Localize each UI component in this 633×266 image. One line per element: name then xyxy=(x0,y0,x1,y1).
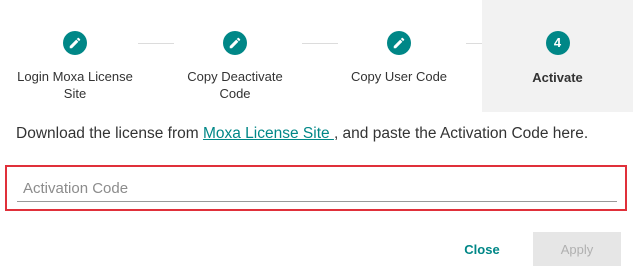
step-1-circle xyxy=(63,31,87,55)
instruction-text: Download the license from Moxa License S… xyxy=(16,125,588,143)
step-4-number: 4 xyxy=(553,35,562,50)
step-4-label: Activate xyxy=(482,69,633,86)
close-button[interactable]: Close xyxy=(452,235,512,263)
step-copy-deactivate-code: Copy Deactivate Code xyxy=(160,0,310,112)
step-3-circle xyxy=(387,31,411,55)
pencil-icon xyxy=(69,37,81,49)
step-1-label-line2: Site xyxy=(63,86,87,101)
step-4-circle: 4 xyxy=(545,31,570,55)
step-3-label: Copy User Code xyxy=(324,68,474,85)
step-1-label: Login Moxa License Site xyxy=(0,68,150,102)
instruction-suffix: , and paste the Activation Code here. xyxy=(333,125,589,142)
pencil-icon xyxy=(393,37,405,49)
step-3-label-line1: Copy User Code xyxy=(350,69,448,84)
step-copy-user-code: Copy User Code xyxy=(324,0,474,112)
instruction-prefix: Download the license from xyxy=(16,125,203,142)
activation-code-highlight xyxy=(5,165,627,211)
step-login-moxa-license-site: Login Moxa License Site xyxy=(0,0,150,112)
pencil-icon xyxy=(229,37,241,49)
step-2-circle xyxy=(223,31,247,55)
step-activate: 4 Activate xyxy=(482,0,633,112)
step-2-label: Copy Deactivate Code xyxy=(160,68,310,102)
activation-code-input[interactable] xyxy=(17,175,617,202)
activation-stepper: Login Moxa License Site Copy Deactivate … xyxy=(0,0,633,112)
moxa-license-site-link[interactable]: Moxa License Site xyxy=(203,125,334,142)
step-2-label-line1: Copy Deactivate xyxy=(187,69,283,84)
apply-button[interactable]: Apply xyxy=(533,232,621,266)
step-2-label-line2: Code xyxy=(219,86,251,101)
step-1-label-line1: Login Moxa License xyxy=(17,69,133,84)
step-4-label-line1: Activate xyxy=(532,70,583,85)
